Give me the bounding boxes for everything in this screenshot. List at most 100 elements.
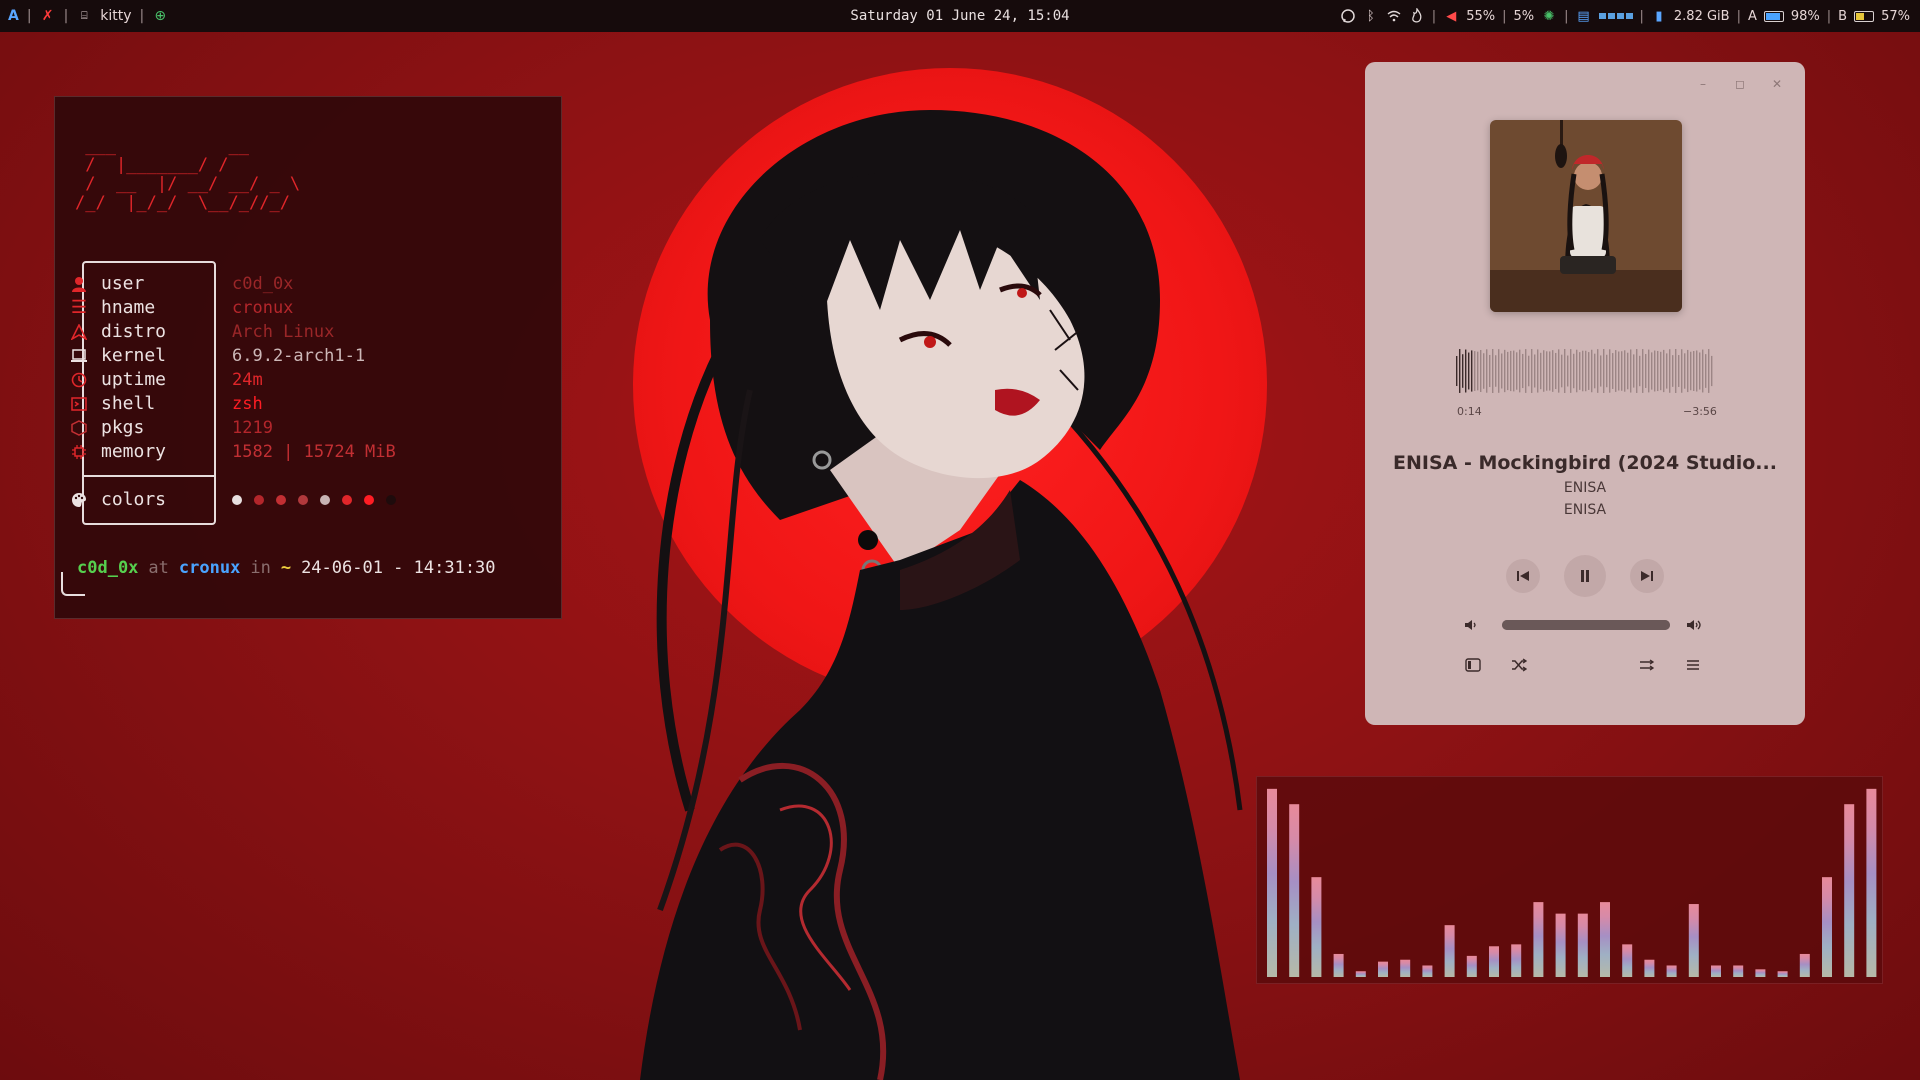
- distro-value: Arch Linux: [232, 322, 335, 342]
- close-icon[interactable]: ✕: [1770, 77, 1784, 91]
- separator: |: [1639, 8, 1644, 24]
- visualizer-bar: [1267, 788, 1277, 977]
- previous-button[interactable]: [1506, 559, 1540, 593]
- info-label: pkgs: [101, 417, 145, 438]
- waveform-bar: [1567, 355, 1569, 387]
- terminal-window[interactable]: ___ __ / |_______/ / / __ |/ __/ __/ _ \…: [54, 96, 562, 619]
- waveform-bar: [1708, 349, 1710, 393]
- whatsapp-icon[interactable]: [1340, 8, 1356, 24]
- separator: |: [63, 8, 69, 24]
- waveform-bar: [1489, 354, 1491, 388]
- waveform-bar: [1492, 349, 1494, 393]
- info-row-kernel: kernel: [69, 345, 166, 366]
- repeat-button[interactable]: [1630, 648, 1664, 682]
- active-app-name[interactable]: kitty: [100, 8, 131, 24]
- track-title: ENISA - Mockingbird (2024 Studio...: [1393, 452, 1777, 474]
- track-artist: ENISA: [1563, 480, 1607, 496]
- visualizer-bar: [1600, 902, 1610, 977]
- arch-icon: [69, 323, 89, 341]
- visualizer-bar: [1533, 902, 1544, 977]
- waveform-bar: [1573, 353, 1575, 389]
- bluetooth-icon[interactable]: ᛒ: [1363, 8, 1379, 24]
- top-bar-left: A | ✗ | ⌸ kitty | ⊕: [8, 8, 168, 24]
- maximize-icon[interactable]: ◻: [1733, 77, 1747, 91]
- close-window-icon[interactable]: ✗: [40, 8, 56, 24]
- sidebar-toggle-button[interactable]: [1456, 648, 1490, 682]
- volume-up-icon[interactable]: [1686, 617, 1702, 636]
- previous-icon: [1517, 571, 1529, 581]
- waveform-bar: [1624, 350, 1626, 392]
- workspace-indicator[interactable]: A: [8, 8, 19, 24]
- waveform-bar: [1507, 351, 1509, 391]
- wallpaper-portrait-illustration: [640, 110, 1243, 1080]
- audio-visualizer: [1256, 776, 1883, 984]
- visualizer-bar: [1555, 913, 1566, 977]
- waveform-bar: [1543, 350, 1545, 392]
- prompt-host: cronux: [178, 558, 241, 578]
- clock[interactable]: Saturday 01 June 24, 15:04: [850, 8, 1069, 24]
- pause-button[interactable]: [1564, 555, 1606, 597]
- minimize-icon[interactable]: –: [1696, 77, 1710, 91]
- volume-icon[interactable]: ◀: [1443, 8, 1459, 24]
- visualizer-bar: [1733, 965, 1744, 977]
- waveform-bar: [1687, 349, 1689, 393]
- battery-b-level: 57%: [1881, 8, 1910, 24]
- host-icon: ☰: [70, 297, 88, 318]
- waveform-bar: [1462, 354, 1464, 388]
- cpu-icon: ▤: [1577, 8, 1590, 24]
- volume-down-icon[interactable]: [1464, 617, 1478, 636]
- user-icon: [69, 275, 89, 293]
- volume-level[interactable]: 55%: [1466, 9, 1495, 24]
- info-row-colors: colors: [69, 489, 166, 510]
- palette-swatch: [342, 495, 352, 505]
- waveform-bar: [1657, 350, 1659, 392]
- time-remaining: −3:56: [1683, 405, 1717, 418]
- visualizer-bar: [1333, 953, 1344, 977]
- waveform-bar: [1540, 352, 1542, 390]
- queue-menu-button[interactable]: [1676, 648, 1710, 682]
- sidebar-icon: [1465, 658, 1481, 672]
- info-row-distro: distro: [69, 321, 166, 342]
- waveform-bar: [1645, 354, 1647, 388]
- waveform-bar: [1648, 349, 1650, 393]
- wifi-icon[interactable]: [1386, 8, 1402, 24]
- visualizer-bar: [1378, 961, 1388, 977]
- visualizer-bar: [1822, 877, 1832, 977]
- waveform-bar: [1570, 349, 1572, 393]
- waveform-bar: [1600, 355, 1602, 387]
- palette-swatch: [320, 495, 330, 505]
- music-player-window[interactable]: – ◻ ✕ 0:14 −3:56 ENISA - Mockingbird (20…: [1365, 62, 1805, 725]
- waveform-bar: [1669, 349, 1671, 393]
- waveform-bar: [1459, 349, 1461, 393]
- waveform-bar: [1642, 349, 1644, 393]
- info-row-memory: memory: [69, 441, 166, 462]
- waveform-seekbar[interactable]: [1456, 348, 1716, 394]
- lock-icon[interactable]: ⊕: [152, 8, 168, 24]
- uptime-value: 24m: [232, 370, 263, 390]
- flame-icon[interactable]: [1409, 8, 1425, 24]
- waveform-bar: [1651, 352, 1653, 390]
- next-button[interactable]: [1630, 559, 1664, 593]
- shell-prompt[interactable]: c0d_0x at cronux in ~ 24-06-01 - 14:31:3…: [77, 558, 496, 578]
- prompt-dir: ~: [280, 558, 292, 578]
- visualizer-bar: [1355, 971, 1366, 977]
- color-palette: [232, 495, 396, 505]
- shuffle-button[interactable]: [1502, 648, 1536, 682]
- brightness-level[interactable]: 5%: [1513, 9, 1534, 24]
- info-row-uptime: uptime: [69, 369, 166, 390]
- battery-a-label: A: [1747, 8, 1757, 24]
- clock-icon: [69, 371, 89, 389]
- waveform-bar: [1666, 353, 1668, 389]
- separator: |: [26, 8, 32, 24]
- visualizer-bar: [1711, 965, 1721, 977]
- waveform-bar: [1597, 349, 1599, 393]
- info-box-divider: [84, 475, 214, 477]
- waveform-bar: [1456, 356, 1458, 386]
- waveform-bar: [1585, 350, 1587, 392]
- volume-slider[interactable]: [1502, 620, 1670, 630]
- waveform-bar: [1480, 349, 1482, 393]
- info-label: shell: [101, 393, 156, 414]
- waveform-bar: [1702, 349, 1704, 393]
- palette-swatch: [254, 495, 264, 505]
- waveform-bar: [1627, 352, 1629, 390]
